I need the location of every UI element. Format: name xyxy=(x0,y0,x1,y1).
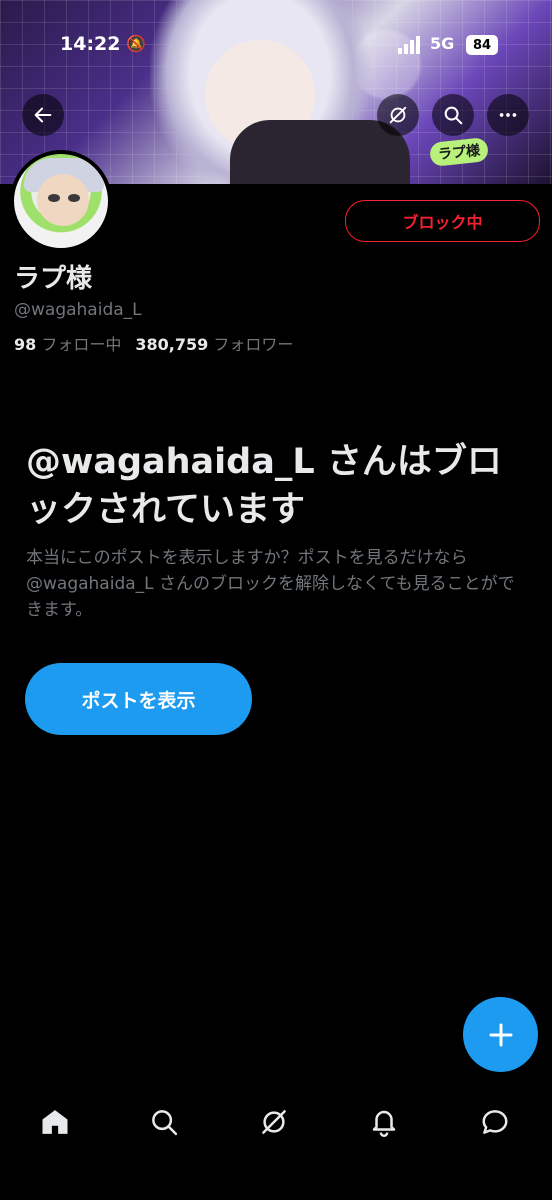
avatar-face xyxy=(37,174,89,226)
nav-notifications[interactable] xyxy=(364,1102,404,1142)
grok-icon xyxy=(262,1110,286,1134)
search-button[interactable] xyxy=(432,94,474,136)
following-link[interactable]: 98 フォロー中 xyxy=(14,335,121,354)
nav-grok[interactable] xyxy=(254,1102,294,1142)
nav-search[interactable] xyxy=(144,1102,184,1142)
avatar-eye-right xyxy=(68,194,80,202)
follow-stats: 98 フォロー中 380,759 フォロワー xyxy=(14,331,293,355)
battery-icon: 84 xyxy=(466,35,498,55)
followers-label: フォロワー xyxy=(213,335,294,354)
blocked-title: @wagahaida_L さんはブロックされています xyxy=(26,442,502,530)
home-icon xyxy=(42,1110,68,1134)
status-bar: 14:22 🔕 5G 84 xyxy=(0,30,552,62)
grok-icon xyxy=(389,106,407,124)
avatar-eye-left xyxy=(48,194,60,202)
nav-home[interactable] xyxy=(35,1102,75,1142)
nav-messages[interactable] xyxy=(475,1102,515,1142)
plus-icon xyxy=(489,1023,512,1046)
following-label: フォロー中 xyxy=(41,335,122,354)
blocking-button[interactable]: ブロック中 xyxy=(345,200,540,242)
grok-button[interactable] xyxy=(377,94,419,136)
following-count: 98 xyxy=(14,335,37,354)
signal-icon xyxy=(398,36,424,54)
display-name: ラプ様 xyxy=(14,264,93,294)
search-icon xyxy=(152,1110,178,1136)
status-time: 14:22 xyxy=(60,33,121,55)
bell-muted-icon: 🔕 xyxy=(126,34,146,53)
view-posts-button[interactable]: ポストを表示 xyxy=(25,663,252,735)
more-button[interactable] xyxy=(487,94,529,136)
avatar[interactable] xyxy=(10,150,112,252)
more-icon xyxy=(499,113,517,117)
search-icon xyxy=(444,106,463,125)
arrow-left-icon xyxy=(34,107,52,123)
followers-count: 380,759 xyxy=(135,335,209,354)
notifications-icon xyxy=(372,1110,396,1137)
network-type: 5G xyxy=(430,34,455,53)
bottom-nav xyxy=(0,1090,552,1150)
messages-icon xyxy=(482,1110,508,1134)
compose-button[interactable] xyxy=(463,997,538,1072)
blocked-description: 本当にこのポストを表示しますか？ポストを見るだけなら @wagahaida_L … xyxy=(26,548,515,620)
back-button[interactable] xyxy=(22,94,64,136)
followers-link[interactable]: 380,759 フォロワー xyxy=(135,335,293,354)
user-handle: @wagahaida_L xyxy=(14,300,142,320)
